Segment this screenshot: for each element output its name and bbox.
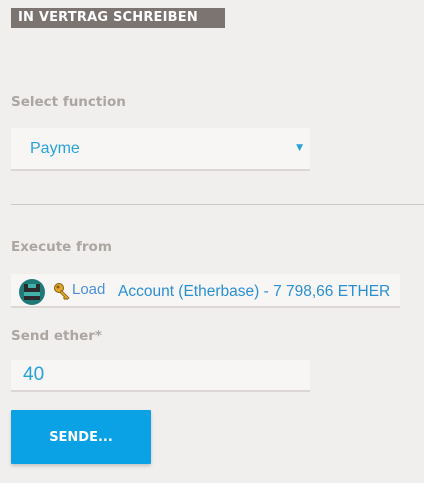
function-select-value: Payme [30,140,80,157]
divider [11,204,424,205]
account-select[interactable]: Load Account (Etherbase) - 7 798,66 ETHE… [11,274,400,308]
select-function-label: Select function [11,94,126,110]
execute-from-label: Execute from [11,239,112,255]
send-button[interactable]: SENDE... [11,410,151,464]
key-icon [53,282,73,301]
load-link[interactable]: Load [72,281,105,298]
function-select[interactable]: Payme ▼ [11,128,310,171]
send-ether-input[interactable] [11,360,310,392]
chevron-down-icon: ▼ [296,143,303,153]
account-name[interactable]: Account (Etherbase) - 7 798,66 ETHER [118,283,390,301]
identicon-avatar[interactable] [19,279,45,305]
send-ether-label: Send ether* [11,328,102,344]
section-header: IN VERTRAG SCHREIBEN [11,8,225,28]
